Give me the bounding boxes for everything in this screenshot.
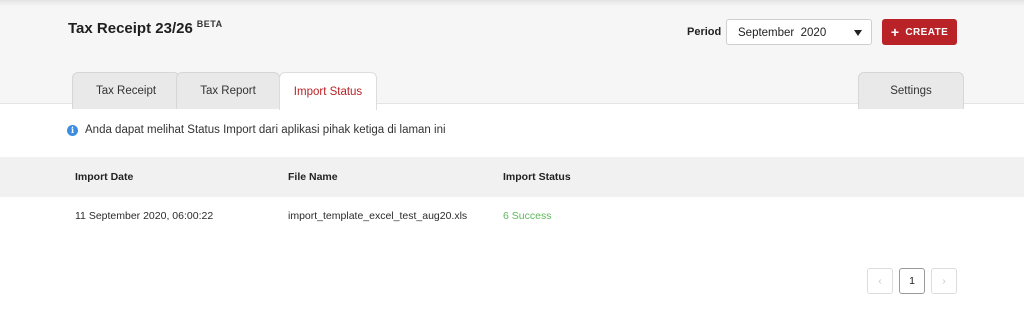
tab-tax-receipt[interactable]: Tax Receipt <box>72 72 180 109</box>
tab-label: Settings <box>890 85 932 97</box>
create-button[interactable]: + CREATE <box>882 19 957 45</box>
beta-badge: BETA <box>196 19 223 29</box>
info-icon: i <box>67 124 78 136</box>
column-header-file-name: File Name <box>288 171 338 183</box>
cell-import-date: 11 September 2020, 06:00:22 <box>75 210 214 222</box>
tab-label: Import Status <box>293 85 363 98</box>
caret-down-icon <box>854 30 862 36</box>
plus-icon: + <box>890 24 900 40</box>
tab-label: Tax Report <box>200 85 256 97</box>
tab-tax-report[interactable]: Tax Report <box>176 72 280 109</box>
page-number: 1 <box>909 275 915 287</box>
page-header: Tax Receipt 23/26 BETA Period September 2… <box>0 6 1024 110</box>
tab-label: Tax Receipt <box>95 85 157 97</box>
page-title: Tax Receipt 23/26 BETA <box>68 19 223 37</box>
chevron-left-icon: ‹ <box>878 275 882 287</box>
period-select[interactable]: September 2020 <box>726 19 872 45</box>
table-header: Import Date File Name Import Status <box>0 157 1024 197</box>
column-header-import-date: Import Date <box>75 171 134 183</box>
pagination-page-button[interactable]: 1 <box>899 268 925 294</box>
create-button-label: CREATE <box>905 26 949 38</box>
info-banner: i Anda dapat melihat Status Import dari … <box>67 124 446 136</box>
tab-import-status[interactable]: Import Status <box>279 72 377 110</box>
info-text: Anda dapat melihat Status Import dari ap… <box>85 124 446 136</box>
pagination-next-button[interactable]: › <box>931 268 957 294</box>
period-label: Period <box>687 26 722 38</box>
page-title-text: Tax Receipt 23/26 <box>68 20 193 37</box>
pagination-prev-button[interactable]: ‹ <box>867 268 893 294</box>
column-header-import-status: Import Status <box>503 171 571 183</box>
cell-file-name: import_template_excel_test_aug20.xls <box>288 210 468 222</box>
tab-settings[interactable]: Settings <box>858 72 964 109</box>
cell-import-status: 6 Success <box>503 210 552 222</box>
period-select-value: September 2020 <box>738 27 827 39</box>
chevron-right-icon: › <box>942 275 946 287</box>
